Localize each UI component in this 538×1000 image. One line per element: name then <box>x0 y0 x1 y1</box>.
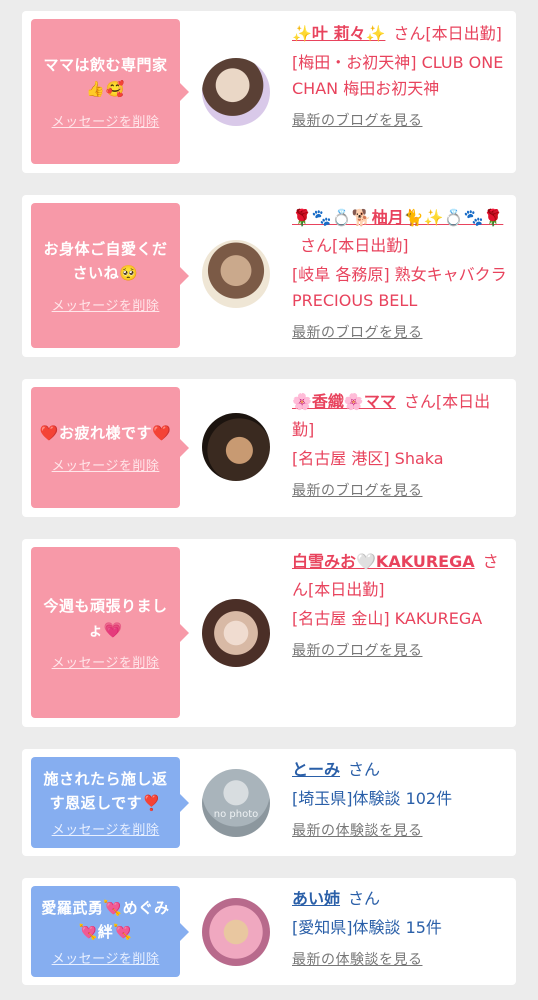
item-info: 白雪みお🤍KAKUREGA さん[本日出勤] [名古屋 金山] KAKUREGA … <box>292 548 508 660</box>
shop-detail: [梅田・お初天神] CLUB ONE CHAN 梅田お初天神 <box>292 53 504 98</box>
avatar[interactable] <box>202 413 270 481</box>
delete-message-link[interactable]: メッセージを削除 <box>52 455 160 474</box>
user-name-link[interactable]: 🌹🐾💍🐕柚月🐈✨💍🐾🌹 <box>292 208 503 227</box>
no-photo-label: no photo <box>213 809 259 820</box>
list-item: 今週も頑張りましょ💗 メッセージを削除 白雪みお🤍KAKUREGA さん[本日出勤… <box>22 539 516 727</box>
message-text: お身体ご自愛くださいね🥺 <box>43 240 168 282</box>
latest-blog-link[interactable]: 最新のブログを見る <box>292 480 508 500</box>
shop-detail: [名古屋 港区] Shaka <box>292 449 444 468</box>
user-name-link[interactable]: あい姉 <box>292 889 340 908</box>
shop-detail: [岐阜 各務原] 熟女キャバクラ PRECIOUS BELL <box>292 265 507 310</box>
latest-review-link[interactable]: 最新の体験談を見る <box>292 949 508 969</box>
item-info: 🌸香織🌸ママ さん[本日出勤] [名古屋 港区] Shaka 最新のブログを見る <box>292 388 508 500</box>
message-bubble: 今週も頑張りましょ💗 メッセージを削除 <box>31 547 189 718</box>
name-suffix: さん <box>348 760 381 779</box>
message-text: 愛羅武勇💘めぐみ💘絆💘 <box>41 899 170 941</box>
list-item: ❤️お疲れ様です❤️ メッセージを削除 🌸香織🌸ママ さん[本日出勤] [名古屋 … <box>22 379 516 517</box>
item-info: とーみ さん [埼玉県]体験談 102件 最新の体験談を見る <box>292 756 508 840</box>
latest-blog-link[interactable]: 最新のブログを見る <box>292 110 508 130</box>
message-bubble: 施されたら施し返す恩返しです❣️ メッセージを削除 <box>31 757 189 848</box>
delete-message-link[interactable]: メッセージを削除 <box>52 819 160 838</box>
review-detail: [埼玉県]体験談 102件 <box>292 789 453 808</box>
avatar[interactable]: no photo <box>202 769 270 837</box>
item-info: 🌹🐾💍🐕柚月🐈✨💍🐾🌹 さん[本日出勤] [岐阜 各務原] 熟女キャバクラ PRE… <box>292 204 508 342</box>
delete-message-link[interactable]: メッセージを削除 <box>52 948 160 967</box>
delete-message-link[interactable]: メッセージを削除 <box>52 652 160 671</box>
message-text: ❤️お疲れ様です❤️ <box>39 424 172 442</box>
delete-message-link[interactable]: メッセージを削除 <box>52 111 160 130</box>
review-detail: [愛知県]体験談 15件 <box>292 918 442 937</box>
list-item: 施されたら施し返す恩返しです❣️ メッセージを削除 no photo とーみ さん… <box>22 749 516 856</box>
message-bubble: ❤️お疲れ様です❤️ メッセージを削除 <box>31 387 189 508</box>
list-item: ママは飲む専門家👍🥰 メッセージを削除 ✨叶 莉々✨ さん[本日出勤] [梅田・お… <box>22 11 516 173</box>
list-item: お身体ご自愛くださいね🥺 メッセージを削除 🌹🐾💍🐕柚月🐈✨💍🐾🌹 さん[本日出勤… <box>22 195 516 357</box>
message-bubble: 愛羅武勇💘めぐみ💘絆💘 メッセージを削除 <box>31 886 189 977</box>
message-text: 今週も頑張りましょ💗 <box>43 597 168 639</box>
list-item: 愛羅武勇💘めぐみ💘絆💘 メッセージを削除 あい姉 さん [愛知県]体験談 15件 … <box>22 878 516 985</box>
avatar[interactable] <box>202 58 270 126</box>
message-bubble: ママは飲む専門家👍🥰 メッセージを削除 <box>31 19 189 164</box>
message-list: ママは飲む専門家👍🥰 メッセージを削除 ✨叶 莉々✨ さん[本日出勤] [梅田・お… <box>0 0 538 1000</box>
latest-review-link[interactable]: 最新の体験談を見る <box>292 820 508 840</box>
latest-blog-link[interactable]: 最新のブログを見る <box>292 640 508 660</box>
delete-message-link[interactable]: メッセージを削除 <box>52 295 160 314</box>
shop-detail: [名古屋 金山] KAKUREGA <box>292 609 483 628</box>
avatar[interactable] <box>202 898 270 966</box>
item-info: あい姉 さん [愛知県]体験談 15件 最新の体験談を見る <box>292 885 508 969</box>
user-name-link[interactable]: とーみ <box>292 760 340 779</box>
name-suffix: さん[本日出勤] <box>393 24 502 43</box>
message-bubble: お身体ご自愛くださいね🥺 メッセージを削除 <box>31 203 189 348</box>
name-suffix: さん[本日出勤] <box>300 236 409 255</box>
user-name-link[interactable]: 白雪みお🤍KAKUREGA <box>292 552 475 571</box>
latest-blog-link[interactable]: 最新のブログを見る <box>292 322 508 342</box>
name-suffix: さん <box>348 889 381 908</box>
avatar[interactable] <box>202 240 270 308</box>
user-name-link[interactable]: 🌸香織🌸ママ <box>292 392 396 411</box>
item-info: ✨叶 莉々✨ さん[本日出勤] [梅田・お初天神] CLUB ONE CHAN 梅… <box>292 20 508 130</box>
message-text: ママは飲む専門家👍🥰 <box>43 56 168 98</box>
message-text: 施されたら施し返す恩返しです❣️ <box>43 770 168 812</box>
user-name-link[interactable]: ✨叶 莉々✨ <box>292 24 385 43</box>
avatar[interactable] <box>202 599 270 667</box>
